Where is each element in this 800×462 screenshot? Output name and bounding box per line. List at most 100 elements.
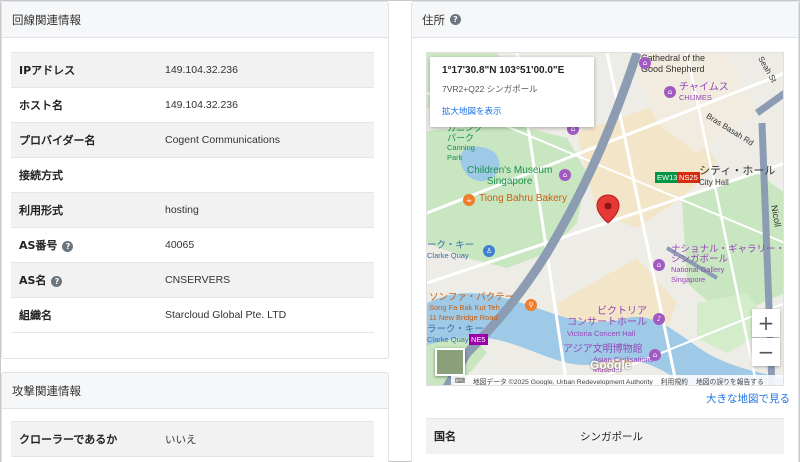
table-row: AS名? CNSERVERS — [11, 262, 374, 298]
victoria-label[interactable]: ビクトリア コンサートホール Victoria Concert Hall — [567, 306, 647, 339]
table-row: 利用形式 hosting — [11, 192, 374, 228]
transit-icon[interactable]: ♙ — [483, 245, 495, 257]
google-logo: Google — [590, 358, 632, 372]
map-data-text: 地図データ ©2025 Google, Urban Redevelopment … — [472, 379, 653, 386]
country-value: シンガポール — [572, 418, 784, 454]
keyboard-icon[interactable]: ⌨ — [455, 377, 465, 385]
attack-info-header: 攻撃関連情報 — [2, 373, 388, 409]
national-gallery-line1: National Gallery — [671, 265, 725, 274]
map-attribution: ⌨ 地図データ ©2025 Google, Urban Redevelopmen… — [451, 375, 783, 386]
row-label: プロバイダー名 — [11, 122, 157, 158]
childrens-museum-label[interactable]: Children's Museum Singapore — [467, 165, 552, 187]
national-gallery-line2: Singapore — [671, 275, 706, 284]
gallery-poi-icon[interactable]: ⌂ — [653, 259, 665, 271]
attack-info-title: 攻撃関連情報 — [12, 383, 81, 398]
row-value: 40065 — [157, 227, 374, 263]
clarke-quay-text: Clarke Quay — [427, 251, 469, 260]
crawler-value: いいえ — [157, 421, 374, 457]
address-title: 住所 — [422, 12, 445, 27]
childrens-museum-line1: Children's Museum — [467, 165, 553, 176]
larger-map-link[interactable]: 大きな地図で見る — [706, 391, 790, 406]
city-hall-label[interactable]: シティ・ホール City Hall — [699, 166, 775, 188]
coordinates-text: 1°17'30.8"N 103°51'00.0"E — [442, 65, 565, 76]
bakery-poi-icon[interactable]: ☕ — [463, 194, 475, 206]
row-label-text: 接続方式 — [19, 169, 63, 182]
tiong-bahru-label[interactable]: Tiong Bahru Bakery — [479, 193, 567, 204]
row-label-text: 利用形式 — [19, 204, 63, 217]
national-gallery-jp-line2: シンガポール — [671, 254, 729, 265]
row-label: IPアドレス — [11, 52, 157, 88]
row-label: 組織名 — [11, 297, 157, 333]
map-infobox: 1°17'30.8"N 103°51'00.0"E 7VR2+Q22 シンガポー… — [430, 57, 594, 127]
row-label-text: ホスト名 — [19, 99, 63, 112]
city-hall-jp-text: シティ・ホール — [699, 165, 776, 177]
restaurant-poi-icon[interactable]: ⚲ — [525, 299, 537, 311]
chijmes-jp-text: チャイムス — [679, 82, 729, 93]
table-row: プロバイダー名 Cogent Communications — [11, 122, 374, 158]
row-label: AS番号? — [11, 227, 157, 263]
song-fa-line1: Song Fa Bak Kut Teh — [429, 303, 500, 312]
google-map[interactable]: Cathedral of the Good Shepherd ⌂ Seah St… — [426, 52, 784, 386]
fort-canning-line4: Park — [447, 153, 463, 162]
zoom-out-button[interactable]: − — [752, 338, 780, 366]
city-hall-text: City Hall — [699, 178, 729, 187]
row-value — [157, 157, 374, 193]
attack-info-table: クローラーであるか いいえ — [11, 421, 374, 457]
clarke-quay-jp-text: ーク・キー — [427, 240, 475, 251]
row-label: AS名? — [11, 262, 157, 298]
address-header: 住所 ? — [412, 2, 798, 38]
cathedral-label-line2: Good Shepherd — [641, 64, 705, 74]
ne5-badge: NE5 — [469, 334, 488, 345]
table-row: AS番号? 40065 — [11, 227, 374, 263]
row-value: Starcloud Global Pte. LTD — [157, 297, 374, 333]
victoria-text: Victoria Concert Hall — [567, 329, 636, 338]
chijmes-label[interactable]: チャイムス CHIJMES — [679, 83, 729, 103]
ns25-badge: NS25 — [677, 172, 700, 183]
row-label-text: AS名 — [19, 274, 47, 287]
childrens-museum-line2: Singapore — [486, 176, 533, 187]
row-label: 接続方式 — [11, 157, 157, 193]
acm-poi-icon[interactable]: ⌂ — [649, 349, 661, 361]
row-label: 利用形式 — [11, 192, 157, 228]
fort-canning-line2: パーク — [447, 133, 475, 143]
table-row: IPアドレス 149.104.32.236 — [11, 52, 374, 88]
table-row: クローラーであるか いいえ — [11, 421, 374, 457]
row-value: hosting — [157, 192, 374, 228]
row-label-text: プロバイダー名 — [19, 134, 96, 147]
clarke-quay-label: ーク・キー Clarke Quay — [427, 241, 474, 261]
victoria-jp-line1: ビクトリア — [597, 306, 647, 317]
table-row: 組織名 Starcloud Global Pte. LTD — [11, 297, 374, 333]
country-table: 国名 シンガポール — [426, 418, 784, 454]
terms-link[interactable]: 利用規約 — [661, 376, 688, 385]
song-fa-line2: 11 New Bridge Road — [429, 313, 498, 322]
row-label-text: AS番号 — [19, 239, 58, 252]
fort-canning-label: カニング パーク Canning Park — [447, 123, 483, 163]
music-poi-icon[interactable]: ♪ — [653, 313, 665, 325]
table-row: 国名 シンガポール — [426, 418, 784, 454]
cathedral-poi-icon[interactable]: ⌂ — [639, 57, 651, 69]
fort-canning-line3: Canning — [447, 143, 475, 152]
line-info-header: 回線関連情報 — [2, 2, 388, 38]
country-label: 国名 — [426, 418, 572, 454]
report-error-link[interactable]: 地図の誤りを報告する — [696, 376, 764, 385]
table-row: ホスト名 149.104.32.236 — [11, 87, 374, 123]
crawler-label: クローラーであるか — [11, 421, 157, 457]
chijmes-poi-icon[interactable]: ⌂ — [664, 86, 676, 98]
help-icon[interactable]: ? — [450, 14, 461, 25]
row-value: 149.104.32.236 — [157, 52, 374, 88]
table-row: 接続方式 — [11, 157, 374, 193]
victoria-jp-line2: コンサートホール — [567, 317, 647, 328]
satellite-toggle-thumbnail[interactable] — [435, 348, 465, 376]
song-fa-jp-text: ソンファ・バクテー — [429, 292, 515, 303]
song-fa-label[interactable]: ソンファ・バクテー Song Fa Bak Kut Teh 11 New Bri… — [429, 293, 514, 323]
enlarge-map-link[interactable]: 拡大地図を表示 — [442, 105, 582, 117]
row-value: CNSERVERS — [157, 262, 374, 298]
zoom-in-button[interactable]: + — [752, 309, 780, 337]
row-label-text: 組織名 — [19, 309, 52, 322]
plus-code-text: 7VR2+Q22 シンガポール — [442, 84, 538, 94]
help-icon[interactable]: ? — [62, 241, 74, 252]
row-label: ホスト名 — [11, 87, 157, 123]
national-gallery-label[interactable]: ナショナル・ギャラリー・ シンガポール National Gallery Sin… — [671, 245, 783, 285]
museum-poi-icon[interactable]: ⌂ — [559, 169, 571, 181]
help-icon[interactable]: ? — [51, 276, 63, 287]
